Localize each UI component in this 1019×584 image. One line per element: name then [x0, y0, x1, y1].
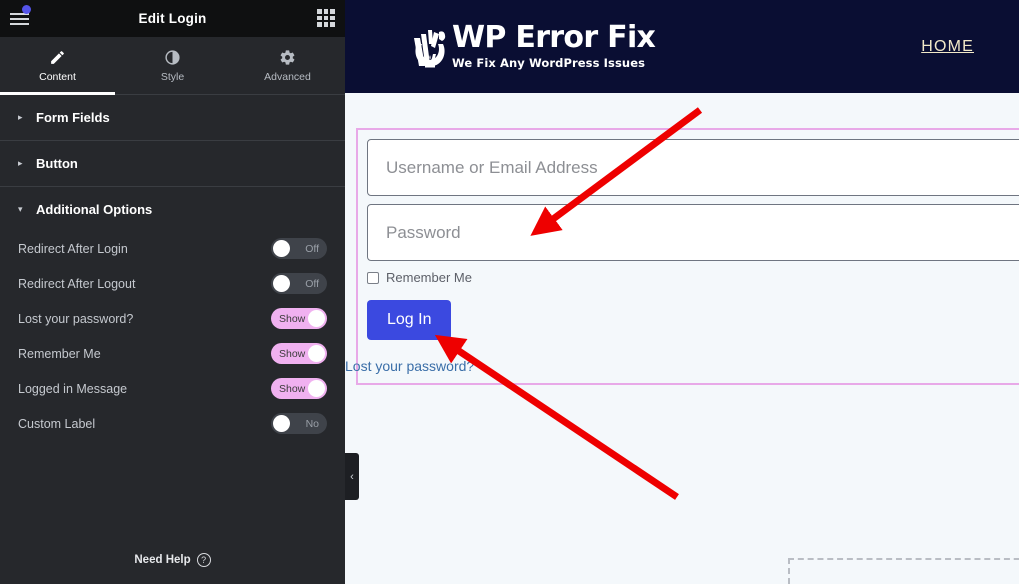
panel-title: Edit Login [138, 11, 207, 26]
toggle-remember-me[interactable]: Show [271, 343, 327, 364]
toggle-value: Show [279, 347, 306, 360]
option-row-redirect-after-login: Redirect After Login Off [18, 231, 327, 266]
toggle-knob [273, 275, 290, 292]
toggle-redirect-after-login[interactable]: Off [271, 238, 327, 259]
nav-link-home[interactable]: HOME [921, 38, 974, 56]
option-label: Remember Me [18, 346, 101, 361]
tab-content-label: Content [39, 70, 76, 83]
chevron-right-icon: ▸ [18, 112, 23, 122]
app-root: Edit Login Content Style Advanced ▸ Form… [0, 0, 1019, 584]
section-button[interactable]: ▸ Button [0, 141, 345, 187]
option-row-redirect-after-logout: Redirect After Logout Off [18, 266, 327, 301]
section-additional-options[interactable]: ▾ Additional Options [0, 187, 345, 231]
tab-advanced-label: Advanced [264, 70, 311, 83]
elementor-editor-panel: Edit Login Content Style Advanced ▸ Form… [0, 0, 345, 584]
username-placeholder: Username or Email Address [386, 157, 598, 177]
toggle-value: Show [279, 382, 306, 395]
option-label: Redirect After Logout [18, 276, 136, 291]
option-label: Logged in Message [18, 381, 128, 396]
toggle-knob [308, 380, 325, 397]
toggle-knob [273, 240, 290, 257]
question-circle-icon: ? [196, 553, 211, 567]
logo-title: WP Error Fix [452, 20, 656, 55]
section-form-fields-label: Form Fields [36, 110, 110, 125]
toggle-value: No [305, 417, 319, 430]
chevron-left-icon: ‹ [350, 470, 354, 483]
toggle-logged-in-message[interactable]: Show [271, 378, 327, 399]
option-row-lost-your-password: Lost your password? Show [18, 301, 327, 336]
panel-tabs: Content Style Advanced [0, 37, 345, 95]
option-row-remember-me: Remember Me Show [18, 336, 327, 371]
section-additional-options-label: Additional Options [36, 202, 153, 217]
toggle-knob [273, 415, 290, 432]
panel-collapse-handle[interactable]: ‹ [345, 453, 359, 500]
toggle-redirect-after-logout[interactable]: Off [271, 273, 327, 294]
apps-grid-icon[interactable] [317, 9, 335, 27]
logo-tagline: We Fix Any WordPress Issues [452, 56, 646, 70]
option-row-custom-label: Custom Label No [18, 406, 327, 441]
section-form-fields[interactable]: ▸ Form Fields [0, 95, 345, 141]
option-label: Redirect After Login [18, 241, 128, 256]
log-in-button[interactable]: Log In [367, 300, 452, 340]
preview-canvas: WP Error Fix We Fix Any WordPress Issues… [345, 0, 1019, 584]
remember-me-checkbox[interactable] [367, 271, 379, 284]
toggle-knob [308, 310, 325, 327]
toggle-value: Show [279, 312, 306, 325]
password-placeholder: Password [386, 222, 461, 242]
remember-me-label: Remember Me [386, 270, 472, 285]
username-input[interactable]: Username or Email Address [367, 139, 1019, 196]
option-label: Custom Label [18, 416, 96, 431]
toggle-knob [308, 345, 325, 362]
chevron-right-icon: ▸ [18, 158, 23, 168]
toggle-lost-your-password[interactable]: Show [271, 308, 327, 329]
site-logo[interactable]: WP Error Fix We Fix Any WordPress Issues [408, 20, 656, 71]
option-row-logged-in-message: Logged in Message Show [18, 371, 327, 406]
tab-style-label: Style [160, 70, 185, 83]
password-input[interactable]: Password [367, 204, 1019, 261]
notification-dot-icon [22, 5, 31, 14]
site-logo-text: WP Error Fix We Fix Any WordPress Issues [452, 20, 656, 71]
lost-password-link[interactable]: Lost your password? [345, 358, 1019, 374]
panel-header: Edit Login [0, 0, 345, 37]
login-widget-selection: Username or Email Address Password Remem… [345, 128, 1019, 385]
toggle-custom-label[interactable]: No [271, 413, 327, 434]
site-header: WP Error Fix We Fix Any WordPress Issues… [345, 0, 1019, 93]
tab-style[interactable]: Style [115, 37, 230, 94]
drop-zone-placeholder[interactable] [788, 558, 1019, 584]
pencil-icon [49, 49, 66, 66]
need-help-link[interactable]: Need Help ? [0, 536, 345, 584]
gear-icon [279, 49, 296, 66]
contrast-icon [164, 49, 181, 66]
tab-advanced[interactable]: Advanced [230, 37, 345, 94]
section-button-label: Button [36, 156, 78, 171]
need-help-label: Need Help [134, 554, 191, 566]
tab-content[interactable]: Content [0, 37, 115, 95]
toggle-value: Off [305, 242, 319, 255]
hamburger-menu-icon[interactable] [0, 0, 37, 37]
chevron-down-icon: ▾ [18, 204, 23, 214]
remember-me-row: Remember Me [367, 270, 1019, 285]
option-label: Lost your password? [18, 311, 134, 326]
wp-wrench-logo-icon [408, 24, 450, 70]
additional-options-list: Redirect After Login Off Redirect After … [0, 231, 345, 441]
toggle-value: Off [305, 277, 319, 290]
